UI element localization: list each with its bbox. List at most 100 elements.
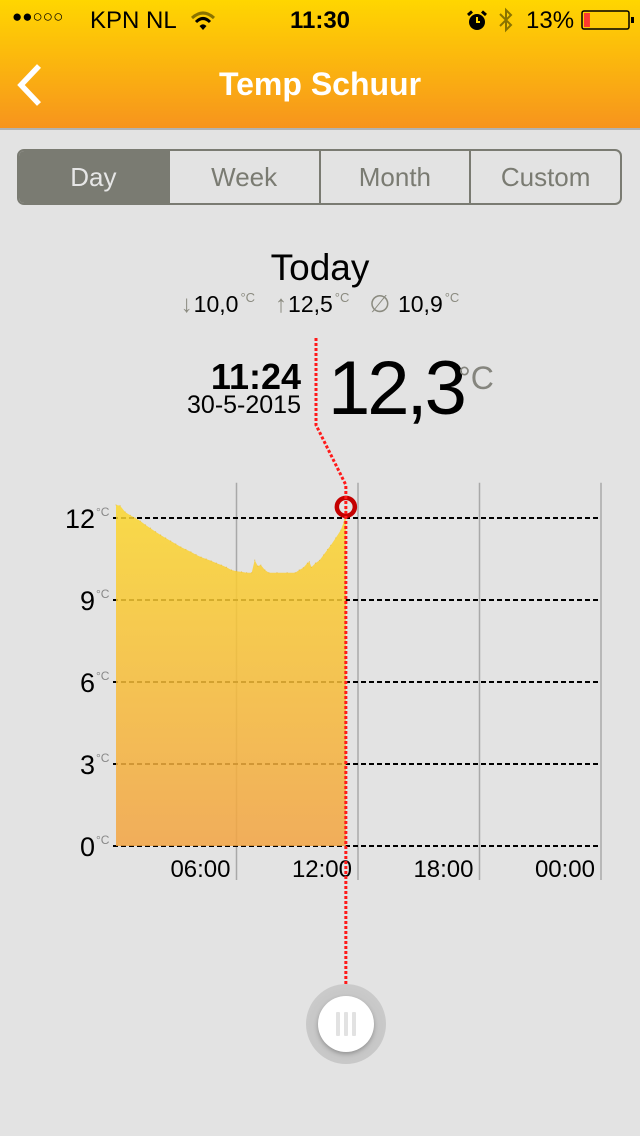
data-point xyxy=(327,548,329,551)
data-point xyxy=(294,572,296,574)
y-tick-unit: °C xyxy=(96,751,110,765)
battery-icon xyxy=(581,10,634,30)
max-temp-stat: ↑ 12,5 °C xyxy=(275,290,350,319)
period-title: Today xyxy=(270,247,370,288)
scrubber-knob[interactable] xyxy=(317,996,374,1052)
data-point xyxy=(134,517,136,519)
data-point xyxy=(306,562,308,564)
data-point xyxy=(257,565,259,567)
unit-label: °C xyxy=(334,290,350,305)
data-point xyxy=(144,524,146,526)
data-point xyxy=(314,562,317,564)
data-point xyxy=(260,564,262,566)
data-point xyxy=(215,562,217,564)
data-point xyxy=(251,572,253,574)
page-title: Temp Schuur xyxy=(218,66,422,102)
data-point xyxy=(264,569,266,571)
data-point xyxy=(246,572,248,574)
data-point xyxy=(286,572,288,574)
y-tick-label: 3 xyxy=(80,750,95,780)
grip-icon xyxy=(343,1012,348,1036)
average-icon: ∅ xyxy=(369,291,397,318)
status-bar: ●●○○○ KPN NL 11:30 13% xyxy=(0,0,640,40)
data-point xyxy=(254,559,256,561)
battery-percent: 13% xyxy=(526,7,575,34)
data-point xyxy=(330,544,332,546)
unit-label: °C xyxy=(444,290,460,305)
max-temp-value: 12,5 xyxy=(288,291,333,317)
data-point xyxy=(180,546,182,548)
y-tick-unit: °C xyxy=(96,669,110,683)
data-point xyxy=(268,572,270,574)
data-point xyxy=(335,537,337,539)
x-tick-label: 00:00 xyxy=(535,856,595,883)
avg-temp-stat: ∅ 10,9 °C xyxy=(369,290,459,319)
data-point xyxy=(124,511,126,513)
reading-unit: °C xyxy=(458,360,494,396)
data-point xyxy=(154,531,157,533)
grip-icon xyxy=(335,1012,340,1036)
avg-temp-value: 10,9 xyxy=(397,291,443,317)
temperature-area xyxy=(116,504,346,846)
data-point xyxy=(119,505,121,507)
y-tick-label: 12 xyxy=(65,504,95,534)
data-point xyxy=(235,570,238,572)
y-tick-label: 9 xyxy=(80,586,95,616)
grip-icon xyxy=(351,1012,356,1036)
scrubber-marker xyxy=(334,495,358,519)
data-point xyxy=(159,534,162,536)
alarm-icon xyxy=(467,10,487,30)
data-point xyxy=(190,551,192,553)
tab-day[interactable]: Day xyxy=(19,151,168,203)
min-temp-stat: ↓ 10,0 °C xyxy=(180,290,256,319)
y-tick-label: 6 xyxy=(80,668,95,698)
bluetooth-icon xyxy=(499,7,513,33)
data-point xyxy=(170,540,172,542)
data-point xyxy=(210,560,212,562)
scrubber-line xyxy=(314,338,348,985)
unit-label: °C xyxy=(240,290,256,305)
arrow-up-icon: ↑ xyxy=(275,291,288,318)
data-point xyxy=(175,543,177,545)
period-segmented-control: Day Week Month Custom xyxy=(17,149,622,205)
x-tick-label: 06:00 xyxy=(170,856,230,883)
data-point xyxy=(298,569,300,571)
data-point xyxy=(276,572,278,574)
data-point xyxy=(230,569,233,571)
y-tick-unit: °C xyxy=(96,587,110,601)
data-point xyxy=(139,520,141,522)
tab-custom[interactable]: Custom xyxy=(469,151,620,203)
data-point xyxy=(205,558,207,560)
tab-week[interactable]: Week xyxy=(167,151,319,203)
data-point xyxy=(225,566,227,568)
data-point xyxy=(322,554,325,556)
y-tick-label: 0 xyxy=(80,832,95,862)
data-point xyxy=(240,571,243,573)
reading-date: 30-5-2015 xyxy=(187,391,301,419)
battery-level xyxy=(584,13,590,27)
data-point xyxy=(129,514,131,516)
x-tick-label: 12:00 xyxy=(292,856,352,883)
data-point xyxy=(345,509,347,511)
data-point xyxy=(343,521,345,523)
x-tick-label: 18:00 xyxy=(413,856,473,883)
scrubber-handle[interactable] xyxy=(305,984,386,1064)
data-point xyxy=(115,504,117,506)
min-temp-value: 10,0 xyxy=(193,291,239,317)
y-tick-unit: °C xyxy=(96,505,110,519)
arrow-down-icon: ↓ xyxy=(180,291,193,318)
data-point xyxy=(318,559,321,562)
data-point xyxy=(185,548,187,551)
tab-month[interactable]: Month xyxy=(318,151,470,203)
data-point xyxy=(149,527,152,529)
y-tick-unit: °C xyxy=(96,833,110,847)
data-point xyxy=(195,554,197,556)
reading-value: 12,3 xyxy=(328,346,467,431)
data-point xyxy=(165,537,167,539)
data-point xyxy=(200,556,202,558)
data-point xyxy=(308,561,310,563)
data-point xyxy=(340,529,342,531)
data-point xyxy=(302,567,304,569)
data-point xyxy=(310,566,313,568)
data-point xyxy=(220,564,222,566)
